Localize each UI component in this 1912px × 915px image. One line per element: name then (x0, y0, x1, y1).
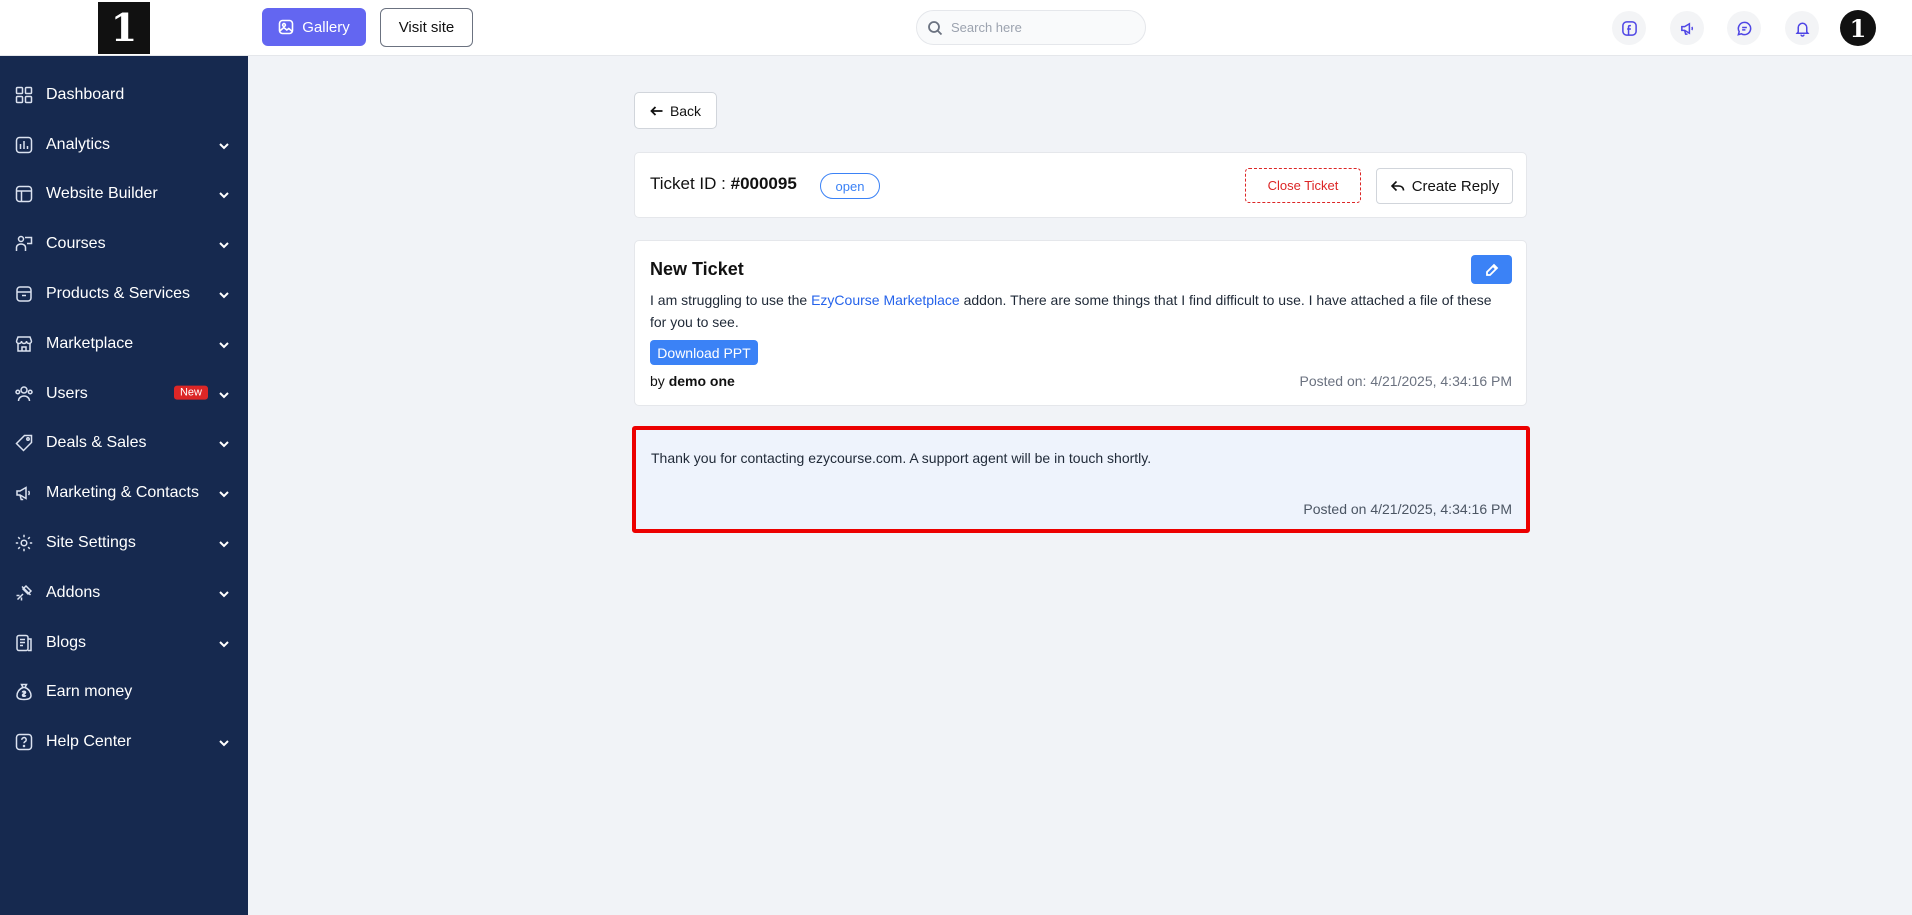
sidebar-item-users[interactable]: Users New (0, 369, 248, 419)
auto-reply-card: Thank you for contacting ezycourse.com. … (632, 426, 1530, 533)
avatar[interactable]: 1 (1840, 10, 1876, 46)
megaphone-icon (14, 483, 34, 503)
sidebar-item-blogs[interactable]: Blogs (0, 618, 248, 668)
ticket-id: Ticket ID : #000095 (650, 174, 797, 194)
sidebar-nav: Dashboard Analytics Website Builder Courses… (0, 56, 248, 767)
sidebar-item-dashboard[interactable]: Dashboard (0, 70, 248, 120)
chevron-down-icon[interactable] (218, 388, 230, 400)
sidebar: 1 Dashboard Analytics Website Builder Cours… (0, 0, 248, 915)
sidebar-item-label: Website Builder (46, 185, 158, 203)
sidebar-item-label: Analytics (46, 135, 111, 153)
visit-site-button[interactable]: Visit site (380, 8, 473, 47)
topbar: Gallery Visit site 1 (248, 0, 1912, 56)
plug-icon (14, 583, 34, 603)
sidebar-item-site-settings[interactable]: Site Settings (0, 518, 248, 568)
sidebar-item-label: Marketing & Contacts (46, 484, 199, 502)
facebook-icon[interactable] (1612, 11, 1646, 45)
sidebar-item-label: Addons (46, 583, 101, 601)
arrow-left-icon (650, 105, 663, 116)
sidebar-item-earn-money[interactable]: Earn money (0, 668, 248, 718)
ticket-description: I am struggling to use the EzyCourse Mar… (650, 289, 1510, 333)
gallery-button-label: Gallery (302, 18, 350, 36)
layout-icon (14, 184, 34, 204)
teacher-icon (14, 234, 34, 254)
sidebar-item-label: Earn money (46, 683, 133, 701)
ticket-id-value: #000095 (730, 174, 797, 193)
logo[interactable]: 1 (98, 1, 150, 54)
users-icon (14, 384, 34, 404)
sidebar-item-label: Deals & Sales (46, 434, 147, 452)
back-button[interactable]: Back (634, 92, 717, 129)
sidebar-item-addons[interactable]: Addons (0, 568, 248, 618)
chevron-down-icon[interactable] (218, 139, 230, 151)
sidebar-item-label: Dashboard (46, 85, 125, 103)
ticket-message-card: New Ticket I am struggling to use the Ez… (634, 240, 1527, 406)
search-box (916, 10, 1146, 45)
ticket-text-start: I am struggling to use the (650, 292, 812, 308)
download-ppt-button[interactable]: Download PPT (650, 340, 758, 365)
chevron-down-icon[interactable] (218, 338, 230, 350)
chat-icon[interactable] (1727, 11, 1761, 45)
sidebar-item-products-and-services[interactable]: Products & Services (0, 269, 248, 319)
chevron-down-icon[interactable] (218, 487, 230, 499)
ticket-posted-date: Posted on: 4/21/2025, 4:34:16 PM (1299, 373, 1513, 389)
sidebar-item-website-builder[interactable]: Website Builder (0, 170, 248, 220)
sidebar-item-label: Users (46, 384, 88, 402)
gallery-button[interactable]: Gallery (262, 8, 366, 46)
back-button-label: Back (669, 102, 702, 119)
chevron-down-icon[interactable] (218, 736, 230, 748)
tag-icon (14, 433, 34, 453)
megaphone-icon[interactable] (1670, 11, 1704, 45)
grid-icon (14, 85, 34, 105)
box-icon (14, 284, 34, 304)
bell-icon[interactable] (1785, 11, 1819, 45)
ticket-title: New Ticket (650, 259, 744, 279)
marketplace-link[interactable]: EzyCourse Marketplace (811, 292, 960, 308)
author-name: demo one (668, 373, 735, 389)
new-badge: New (173, 385, 208, 400)
bar-chart-icon (14, 135, 34, 155)
close-ticket-button[interactable]: Close Ticket (1245, 168, 1361, 203)
gear-icon (14, 533, 34, 553)
chevron-down-icon[interactable] (218, 637, 230, 649)
reply-text: Thank you for contacting ezycourse.com. … (651, 450, 1152, 466)
sidebar-item-label: Help Center (46, 733, 132, 751)
gallery-icon (278, 19, 294, 35)
reply-icon (1390, 180, 1405, 192)
help-icon (14, 732, 34, 752)
edit-button[interactable] (1471, 255, 1512, 284)
sidebar-item-deals-and-sales[interactable]: Deals & Sales (0, 419, 248, 469)
sidebar-item-marketplace[interactable]: Marketplace (0, 319, 248, 369)
ticket-header-card: Ticket ID : #000095 open Close Ticket Cr… (634, 152, 1527, 218)
chevron-down-icon[interactable] (218, 238, 230, 250)
sidebar-item-label: Blogs (46, 633, 87, 651)
sidebar-item-courses[interactable]: Courses (0, 219, 248, 269)
search-input[interactable] (951, 20, 1131, 35)
sidebar-item-label: Courses (46, 235, 106, 253)
reply-posted-date: Posted on 4/21/2025, 4:34:16 PM (1303, 501, 1512, 517)
chevron-down-icon[interactable] (218, 288, 230, 300)
sidebar-item-label: Site Settings (46, 534, 136, 552)
create-reply-button[interactable]: Create Reply (1376, 168, 1513, 204)
sidebar-item-help-center[interactable]: Help Center (0, 717, 248, 767)
chevron-down-icon[interactable] (218, 188, 230, 200)
chevron-down-icon[interactable] (218, 537, 230, 549)
store-icon (14, 334, 34, 354)
document-icon (14, 633, 34, 653)
search-icon (928, 20, 943, 35)
pencil-icon (1485, 263, 1498, 276)
create-reply-label: Create Reply (1411, 177, 1500, 195)
author-prefix: by (650, 373, 669, 389)
sidebar-item-analytics[interactable]: Analytics (0, 120, 248, 170)
sidebar-item-marketing-and-contacts[interactable]: Marketing & Contacts (0, 468, 248, 518)
sidebar-item-label: Products & Services (46, 285, 191, 303)
money-bag-icon (14, 682, 34, 702)
ticket-author: by demo one (650, 373, 735, 389)
ticket-id-prefix: Ticket ID : (650, 174, 731, 193)
logo-area: 1 (0, 0, 248, 56)
status-badge: open (820, 173, 880, 199)
chevron-down-icon[interactable] (218, 587, 230, 599)
chevron-down-icon[interactable] (218, 437, 230, 449)
sidebar-item-label: Marketplace (46, 334, 134, 352)
